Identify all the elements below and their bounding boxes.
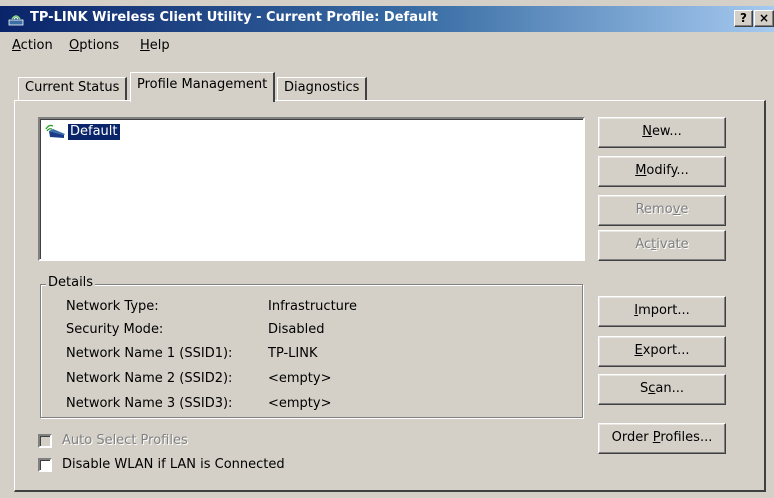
profile-list[interactable]: Default — [38, 117, 585, 261]
tab-diagnostics[interactable]: Diagnostics — [277, 77, 368, 101]
import-button-label: mport... — [638, 303, 690, 318]
disable-wlan-checkbox[interactable] — [38, 458, 52, 472]
ssid3-label: Network Name 3 (SSID3): — [66, 396, 233, 411]
security-mode-label: Security Mode: — [66, 322, 164, 337]
profile-name: Default — [67, 123, 121, 141]
auto-select-profiles-checkbox[interactable] — [38, 434, 52, 448]
menu-bar: Action Options Help — [0, 34, 774, 58]
modify-button[interactable]: Modify... — [598, 156, 726, 187]
wireless-app-icon — [8, 11, 24, 27]
menu-help[interactable]: Help — [140, 38, 170, 53]
help-button[interactable]: ? — [734, 10, 753, 27]
export-button-label: xport... — [642, 343, 690, 358]
export-button-mnemonic: E — [634, 343, 643, 358]
menu-help-label: elp — [149, 38, 170, 53]
scan-button-label-pre: S — [639, 381, 649, 396]
ssid1-value: TP-LINK — [268, 346, 318, 361]
network-type-label: Network Type: — [66, 299, 159, 314]
network-type-value: Infrastructure — [268, 299, 357, 314]
auto-select-profiles-label: Auto Select Profiles — [62, 433, 188, 448]
menu-action[interactable]: Action — [12, 38, 53, 53]
ssid2-value: <empty> — [268, 371, 332, 386]
wireless-profile-icon — [44, 123, 66, 141]
menu-help-mnemonic: H — [140, 38, 150, 53]
scan-button[interactable]: Scan... — [598, 374, 726, 405]
menu-options-label: ptions — [79, 38, 120, 53]
ssid1-label: Network Name 1 (SSID1): — [66, 346, 233, 361]
ssid3-value: <empty> — [268, 396, 332, 411]
order-profiles-button[interactable]: Order Profiles... — [598, 423, 726, 454]
scan-button-label-post: an... — [655, 381, 685, 396]
window-title: TP-LINK Wireless Client Utility - Curren… — [30, 10, 438, 25]
close-button[interactable]: × — [754, 10, 774, 27]
new-button-mnemonic: N — [642, 124, 652, 139]
remove-button[interactable]: Remove — [598, 195, 726, 226]
new-button[interactable]: New... — [598, 117, 726, 148]
order-profiles-button-label-pre: Order — [611, 430, 653, 445]
order-profiles-button-label-post: rofiles... — [660, 430, 713, 445]
title-bar[interactable]: TP-LINK Wireless Client Utility - Curren… — [0, 6, 774, 32]
menu-action-mnemonic: A — [12, 38, 21, 53]
modify-button-mnemonic: M — [635, 163, 647, 178]
menu-action-label: ction — [20, 38, 53, 53]
activate-button[interactable]: Activate — [598, 230, 726, 261]
security-mode-value: Disabled — [268, 322, 325, 337]
remove-button-label-pre: Remo — [635, 202, 673, 217]
app-window: TP-LINK Wireless Client Utility - Curren… — [0, 0, 774, 498]
disable-wlan-label: Disable WLAN if LAN is Connected — [62, 457, 285, 472]
modify-button-label: odify... — [646, 163, 689, 178]
import-button[interactable]: Import... — [598, 296, 726, 327]
details-title: Details — [46, 275, 96, 290]
menu-options[interactable]: Options — [69, 38, 119, 53]
tab-current-status[interactable]: Current Status — [18, 77, 128, 101]
export-button[interactable]: Export... — [598, 336, 726, 367]
new-button-label: ew... — [651, 124, 682, 139]
activate-button-label-pre: Ac — [635, 237, 652, 252]
remove-button-label-post: e — [680, 202, 689, 217]
ssid2-label: Network Name 2 (SSID2): — [66, 371, 233, 386]
menu-options-mnemonic: O — [69, 38, 80, 53]
activate-button-label-post: ivate — [656, 237, 689, 252]
tab-profile-management[interactable]: Profile Management — [130, 72, 276, 102]
